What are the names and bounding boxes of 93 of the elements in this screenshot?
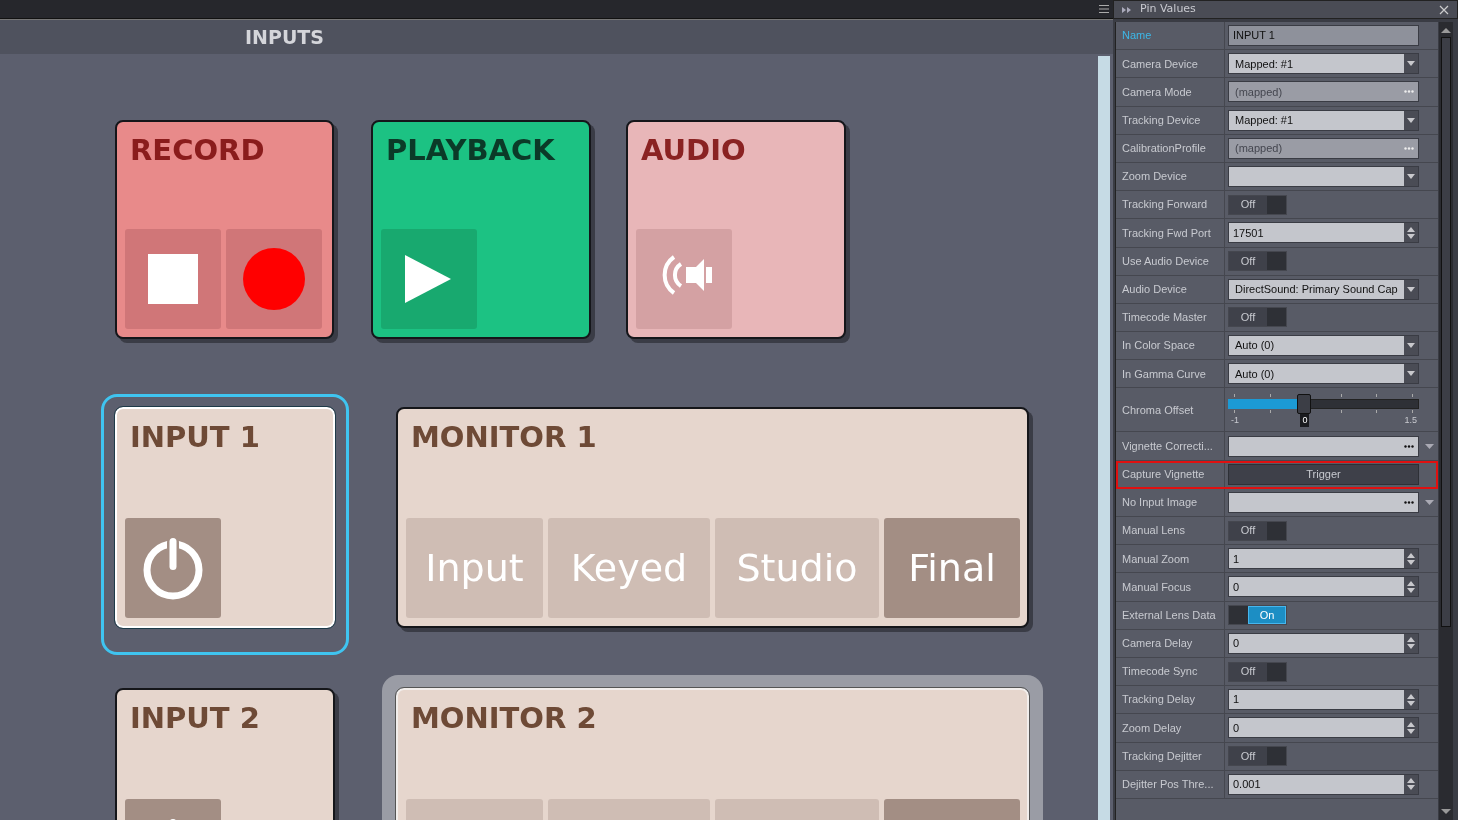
dropdown-arrow-icon[interactable] — [1407, 117, 1415, 123]
property-label: Timecode Master — [1121, 310, 1208, 326]
property-label: No Input Image — [1121, 495, 1199, 511]
spinner-arrows-icon[interactable] — [1407, 580, 1415, 593]
dropdown-arrow-icon[interactable] — [1407, 286, 1415, 292]
toggle-switch[interactable]: Off — [1228, 307, 1287, 328]
expand-icon[interactable] — [1122, 6, 1132, 13]
text-field[interactable]: INPUT 1 — [1228, 25, 1419, 47]
property-label: Tracking Fwd Port — [1121, 225, 1212, 241]
property-label: Use Audio Device — [1121, 253, 1210, 269]
spinner-arrows-icon[interactable] — [1407, 552, 1415, 565]
property-label: Manual Lens — [1121, 523, 1186, 539]
toggle-switch[interactable]: Off — [1228, 251, 1287, 272]
slider-track[interactable] — [1228, 393, 1419, 414]
ellipsis-icon[interactable] — [1404, 444, 1414, 448]
slider-max-label: 1.5 — [1404, 413, 1417, 427]
toggle-switch[interactable]: Off — [1228, 746, 1287, 767]
number-field[interactable]: 0 — [1228, 576, 1419, 598]
record-icon — [243, 248, 305, 310]
card-title: RECORD — [130, 136, 266, 165]
number-field[interactable]: 0 — [1228, 632, 1419, 654]
property-label: In Color Space — [1121, 338, 1196, 354]
ellipsis-field[interactable] — [1228, 491, 1419, 513]
dropdown-arrow-icon[interactable] — [1407, 61, 1415, 67]
card-title: MONITOR 2 — [411, 704, 598, 733]
toggle-switch[interactable]: Off — [1228, 520, 1287, 541]
dropdown-field[interactable]: Auto (0) — [1228, 335, 1419, 357]
trigger-button[interactable]: Trigger — [1228, 463, 1419, 485]
slider-thumb[interactable] — [1297, 393, 1312, 414]
property-label: Chroma Offset — [1121, 402, 1195, 418]
expand-arrow-icon[interactable] — [1425, 499, 1434, 505]
panel-scrollbar[interactable] — [1439, 22, 1453, 820]
card-title: INPUT 2 — [130, 704, 261, 733]
ellipsis-icon[interactable] — [1404, 500, 1414, 504]
spinner-arrows-icon[interactable] — [1407, 778, 1415, 791]
dropdown-field[interactable]: DirectSound: Primary Sound Cap — [1228, 278, 1419, 300]
number-field[interactable]: 1 — [1228, 689, 1419, 711]
property-label: Tracking Forward — [1121, 197, 1209, 213]
panel-title: Pin Values — [1140, 1, 1197, 18]
dropdown-arrow-icon[interactable] — [1407, 343, 1415, 349]
property-label: In Gamma Curve — [1121, 366, 1207, 382]
card-title: INPUT 1 — [130, 423, 261, 452]
property-label: Manual Zoom — [1121, 551, 1191, 567]
spinner-arrows-icon[interactable] — [1407, 693, 1415, 706]
property-label: Zoom Device — [1121, 169, 1188, 185]
number-field[interactable]: 17501 — [1228, 222, 1419, 244]
dropdown-field[interactable]: Mapped: #1 — [1228, 53, 1419, 75]
property-label: Tracking Delay — [1121, 692, 1196, 708]
property-label: External Lens Data — [1121, 607, 1217, 623]
property-label: Vignette Correcti... — [1121, 438, 1214, 454]
property-label: Timecode Sync — [1121, 664, 1199, 680]
spinner-arrows-icon[interactable] — [1407, 226, 1415, 239]
menu-icon[interactable] — [1099, 4, 1109, 14]
property-label: Manual Focus — [1121, 579, 1193, 595]
spinner-arrows-icon[interactable] — [1407, 637, 1415, 650]
close-icon[interactable] — [1439, 4, 1449, 15]
property-label: Camera Device — [1121, 56, 1199, 72]
spinner-arrows-icon[interactable] — [1407, 721, 1415, 734]
property-label: Zoom Delay — [1121, 720, 1183, 736]
dropdown-arrow-icon[interactable] — [1407, 371, 1415, 377]
toggle-switch[interactable]: Off — [1228, 194, 1287, 215]
property-label: Audio Device — [1121, 282, 1188, 298]
scrollbar[interactable] — [1098, 56, 1110, 820]
card-title: AUDIO — [641, 136, 747, 165]
property-label: CalibrationProfile — [1121, 141, 1207, 157]
slider-value-label: 0 — [1300, 413, 1310, 428]
property-label: Tracking Device — [1121, 112, 1202, 128]
dropdown-arrow-icon[interactable] — [1407, 174, 1415, 180]
power-button[interactable] — [125, 518, 221, 618]
input-card[interactable]: INPUT 1 — [115, 407, 335, 628]
number-field[interactable]: 1 — [1228, 548, 1419, 570]
play-button[interactable] — [381, 229, 477, 329]
toggle-switch[interactable]: Off — [1228, 661, 1287, 682]
number-field[interactable]: 0.001 — [1228, 773, 1419, 795]
dropdown-field[interactable] — [1228, 166, 1419, 188]
number-field[interactable]: 0 — [1228, 717, 1419, 739]
property-label: Camera Delay — [1121, 636, 1194, 652]
property-label: Camera Mode — [1121, 84, 1193, 100]
ellipsis-field[interactable] — [1228, 435, 1419, 457]
toggle-switch[interactable]: On — [1228, 605, 1287, 626]
property-label: Dejitter Pos Thre... — [1121, 777, 1215, 793]
property-label: Tracking Dejitter — [1121, 748, 1203, 764]
power-icon — [141, 536, 205, 600]
dropdown-field[interactable]: Auto (0) — [1228, 363, 1419, 385]
stop-button[interactable] — [125, 229, 221, 329]
expand-arrow-icon[interactable] — [1425, 443, 1434, 449]
dropdown-field[interactable]: Mapped: #1 — [1228, 109, 1419, 131]
slider-min-label: -1 — [1231, 413, 1239, 427]
property-label: Capture Vignette — [1121, 466, 1206, 482]
canvas-title: INPUTS — [245, 24, 324, 50]
card-title: PLAYBACK — [386, 136, 556, 165]
property-label: Name — [1121, 28, 1153, 44]
card-title: MONITOR 1 — [411, 423, 598, 452]
